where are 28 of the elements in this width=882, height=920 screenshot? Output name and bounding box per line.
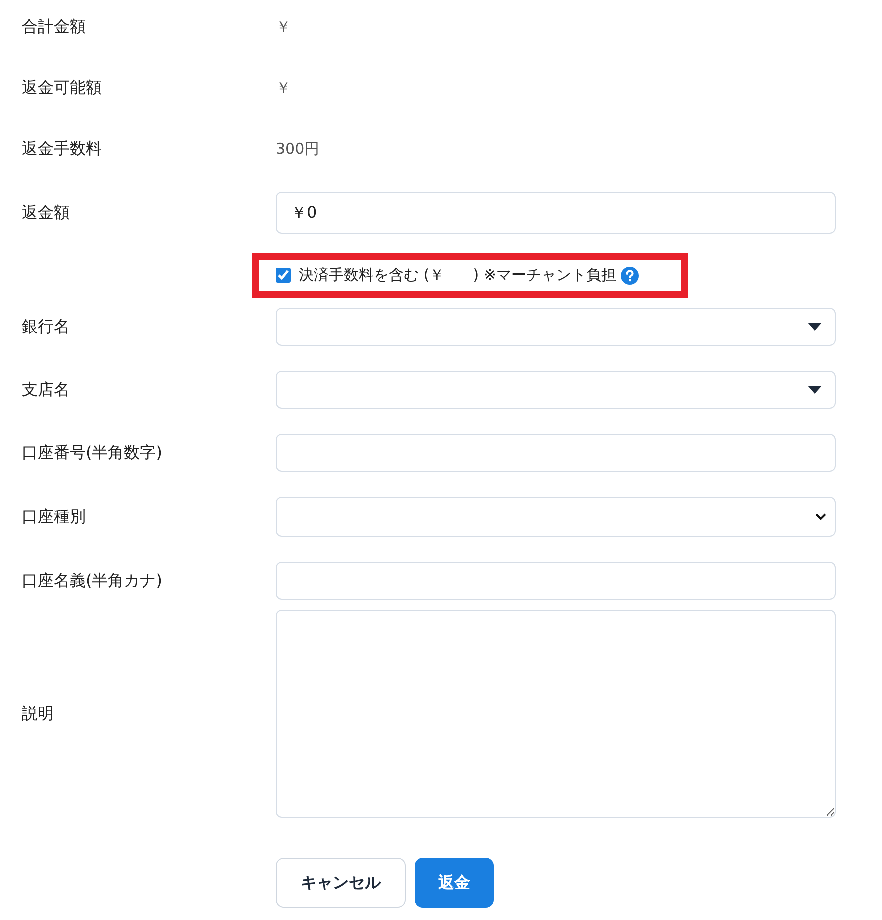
amount-input-field[interactable]: ￥0	[276, 192, 836, 234]
textarea-field[interactable]	[276, 610, 836, 818]
field-label: 返金可能額	[22, 77, 103, 99]
cancel-button[interactable]: キャンセル	[276, 858, 406, 908]
field-value: ￥	[276, 17, 292, 38]
field-label: 返金手数料	[22, 138, 103, 160]
caret-icon	[808, 323, 822, 331]
caret-icon	[808, 386, 822, 394]
text-input-field[interactable]	[276, 562, 836, 600]
field-value: 300円	[276, 139, 321, 160]
field-label: 口座種別	[22, 506, 87, 528]
field-label: 返金額	[22, 202, 71, 224]
field-label: 説明	[22, 704, 55, 724]
dropdown-field[interactable]	[276, 308, 836, 346]
field-label: 合計金額	[22, 16, 87, 38]
field-value: ￥	[276, 78, 292, 99]
field-label: 口座名義(半角カナ)	[22, 570, 164, 592]
checkbox-label: 決済手数料を含む (￥ ) ※マーチャント負担	[299, 266, 616, 285]
field-label: 支店名	[22, 380, 71, 400]
text-input-field[interactable]	[276, 434, 836, 472]
select-field[interactable]	[276, 497, 836, 537]
dropdown-field[interactable]	[276, 371, 836, 409]
help-icon[interactable]	[621, 266, 640, 284]
field-label: 銀行名	[22, 316, 71, 338]
checkbox[interactable]	[276, 268, 291, 283]
refund-button[interactable]: 返金	[415, 858, 494, 908]
field-label: 口座番号(半角数字)	[22, 442, 164, 464]
chevron-down-icon	[815, 513, 827, 521]
